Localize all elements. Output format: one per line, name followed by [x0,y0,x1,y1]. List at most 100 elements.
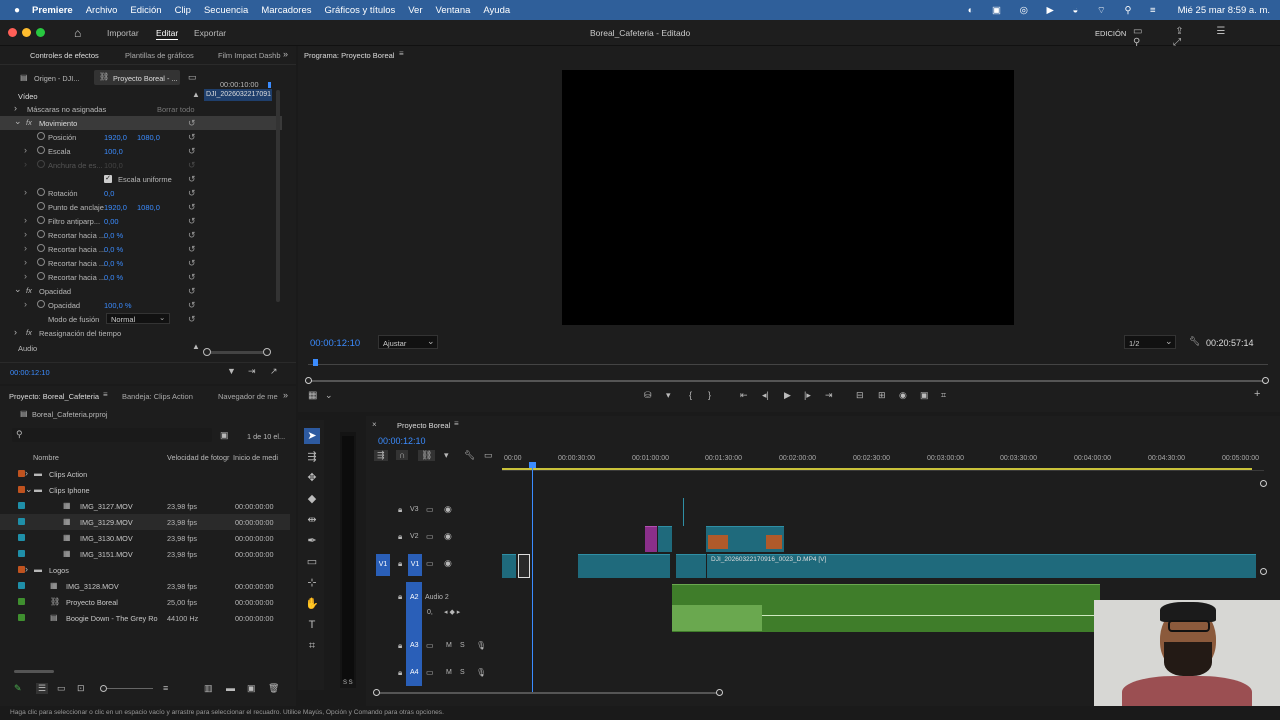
status-icons[interactable]: ◐ ▣ ◎ ▶ ◒ ⌔ ⚲ ≡ [968,5,1164,16]
timeline-settings-icon[interactable]: 🔧︎ [464,450,475,461]
list-item[interactable]: ⛓ Proyecto Boreal 25,00 fps 00:00:00:00 [0,594,290,610]
list-item[interactable]: ▦ IMG_3127.MOV 23,98 fps 00:00:00:00 [0,498,290,514]
sync-lock-icon[interactable]: ▭ [426,532,434,541]
chevron-right-icon[interactable]: › [24,243,27,253]
vertical-scroll-handle[interactable] [1260,568,1267,575]
list-item[interactable]: ▦ IMG_3128.MOV 23,98 fps 00:00:00:00 [0,578,290,594]
close-window-button[interactable] [8,28,17,37]
microphone-icon[interactable]: 🎙︎ [476,641,486,650]
vertical-scroll-handle[interactable] [1260,480,1267,487]
list-item[interactable]: ▦ IMG_3151.MOV 23,98 fps 00:00:00:00 [0,546,290,562]
eye-icon[interactable]: ◉ [444,558,452,569]
crop-value[interactable]: 0,0 % [104,231,123,240]
pen-icon[interactable]: ✒ [304,533,320,549]
lift-icon[interactable]: ⛁ [644,390,652,401]
search-input[interactable]: ⚲ [12,428,212,442]
label-color-swatch[interactable] [18,486,25,493]
eye-icon[interactable]: ◉ [444,504,452,515]
step-back-icon[interactable]: ◂| [762,390,769,401]
selection-tool-icon[interactable]: ➤ [304,428,320,444]
close-icon[interactable]: × [372,420,377,429]
collapse-up-icon[interactable]: ▲ [192,342,200,351]
pencil-icon[interactable]: ✎ [14,683,22,694]
menu-secuencia[interactable]: Secuencia [204,5,248,16]
rotation-value[interactable]: 0,0 [104,189,114,198]
anchor-y-value[interactable]: 1080,0 [137,203,160,212]
crop-value[interactable]: 0,0 % [104,259,123,268]
track-label-a2[interactable]: A2 [410,594,419,601]
label-color-swatch[interactable] [18,470,25,477]
reset-icon[interactable]: ↺ [188,300,196,311]
monitor-zoom-bar[interactable] [305,377,1269,384]
position-x-value[interactable]: 1920,0 [104,133,127,142]
trash-icon[interactable]: 🗑︎ [268,683,279,694]
chevron-right-icon[interactable]: › [24,215,27,225]
timeline-zoom-bar[interactable] [373,689,723,696]
menu-icon[interactable]: ≡ [454,419,459,428]
reset-icon[interactable]: ↺ [188,118,196,129]
zoom-slider[interactable] [203,348,271,356]
lock-icon[interactable]: 🔒︎ [398,592,402,602]
mini-timeline-icon[interactable]: ▭ [188,72,197,83]
timeline-title[interactable]: Proyecto Boreal [397,421,450,430]
add-marker-icon[interactable]: ▾ [444,450,449,461]
hand-icon[interactable]: ✋ [304,596,320,612]
camera-icon[interactable]: ◉ [899,390,907,401]
timeline-clip[interactable] [578,554,670,578]
column-header-name[interactable]: Nombre [33,453,59,462]
thumbnail-size-slider[interactable] [100,685,153,692]
track-volume[interactable]: 0, [427,609,433,616]
reset-icon[interactable]: ↺ [188,132,196,143]
clear-all-button[interactable]: Borrar todo [157,105,195,114]
minimize-window-button[interactable] [22,28,31,37]
lock-icon[interactable]: 🔒︎ [398,668,402,678]
source-tab[interactable]: Origen - DJI... [34,74,79,83]
stopwatch-icon[interactable] [37,132,45,140]
microphone-icon[interactable]: 🎙︎ [476,668,486,677]
audio-clip[interactable] [672,584,1100,632]
solo-button[interactable]: S [460,642,465,649]
step-forward-icon[interactable]: |▸ [804,390,811,401]
mini-clip[interactable]: DJI_2026032217091 [204,89,272,101]
new-bin-icon[interactable]: ▣ [220,430,229,441]
menu-icon[interactable]: ≡ [399,49,404,58]
type-icon[interactable]: T [304,617,320,633]
go-to-out-icon[interactable]: ⇥ [825,390,833,401]
menu-graficos[interactable]: Gráficos y títulos [325,5,396,16]
mark-out-icon[interactable]: } [708,390,711,400]
menu-icon[interactable]: ≡ [103,390,108,399]
column-header-fps[interactable]: Velocidad de fotogr [167,453,229,462]
reset-icon[interactable]: ↺ [188,286,196,297]
effects-timecode[interactable]: 00:00:12:10 [10,368,50,377]
program-timecode[interactable]: 00:00:12:10 [310,338,360,349]
label-color-swatch[interactable] [18,550,25,557]
crop-value[interactable]: 0,0 % [104,273,123,282]
stopwatch-icon[interactable] [37,300,45,308]
menu-clip[interactable]: Clip [175,5,191,16]
track-label-v2[interactable]: V2 [410,533,419,540]
comparison-icon[interactable]: ▣ [920,390,929,401]
app-menu[interactable]: Premiere [32,5,73,16]
slip-icon[interactable]: ⇹ [304,512,320,528]
eye-icon[interactable]: ◉ [444,531,452,542]
panel-more-icon[interactable]: » [283,390,288,400]
workspace-label[interactable]: EDICIÓN [1095,29,1126,38]
caption-icon[interactable]: ⌗ [304,638,320,654]
lock-icon[interactable]: 🔒︎ [398,505,402,515]
timeline-clip[interactable] [645,526,657,552]
new-item-icon[interactable]: ▣ [247,683,256,694]
expand-icon[interactable]: › [14,103,17,113]
reset-icon[interactable]: ↺ [188,258,196,269]
chevron-right-icon[interactable]: › [25,468,28,478]
list-item[interactable]: ▤ Boogie Down - The Grey Ro 44100 Hz 00:00:… [0,610,290,626]
reset-icon[interactable]: ↺ [188,314,196,325]
sync-lock-icon[interactable]: ▭ [426,505,434,514]
reset-icon[interactable]: ↺ [188,174,196,185]
menu-ver[interactable]: Ver [408,5,422,16]
reset-icon[interactable]: ↺ [188,230,196,241]
go-to-in-icon[interactable]: ⇤ [740,390,748,401]
razor-icon[interactable]: ◆ [304,491,320,507]
video-frame[interactable] [562,70,1014,325]
time-remap-row[interactable]: › fx Reasignación del tiempo [0,326,282,340]
captions-icon[interactable]: ▭ [484,450,493,461]
